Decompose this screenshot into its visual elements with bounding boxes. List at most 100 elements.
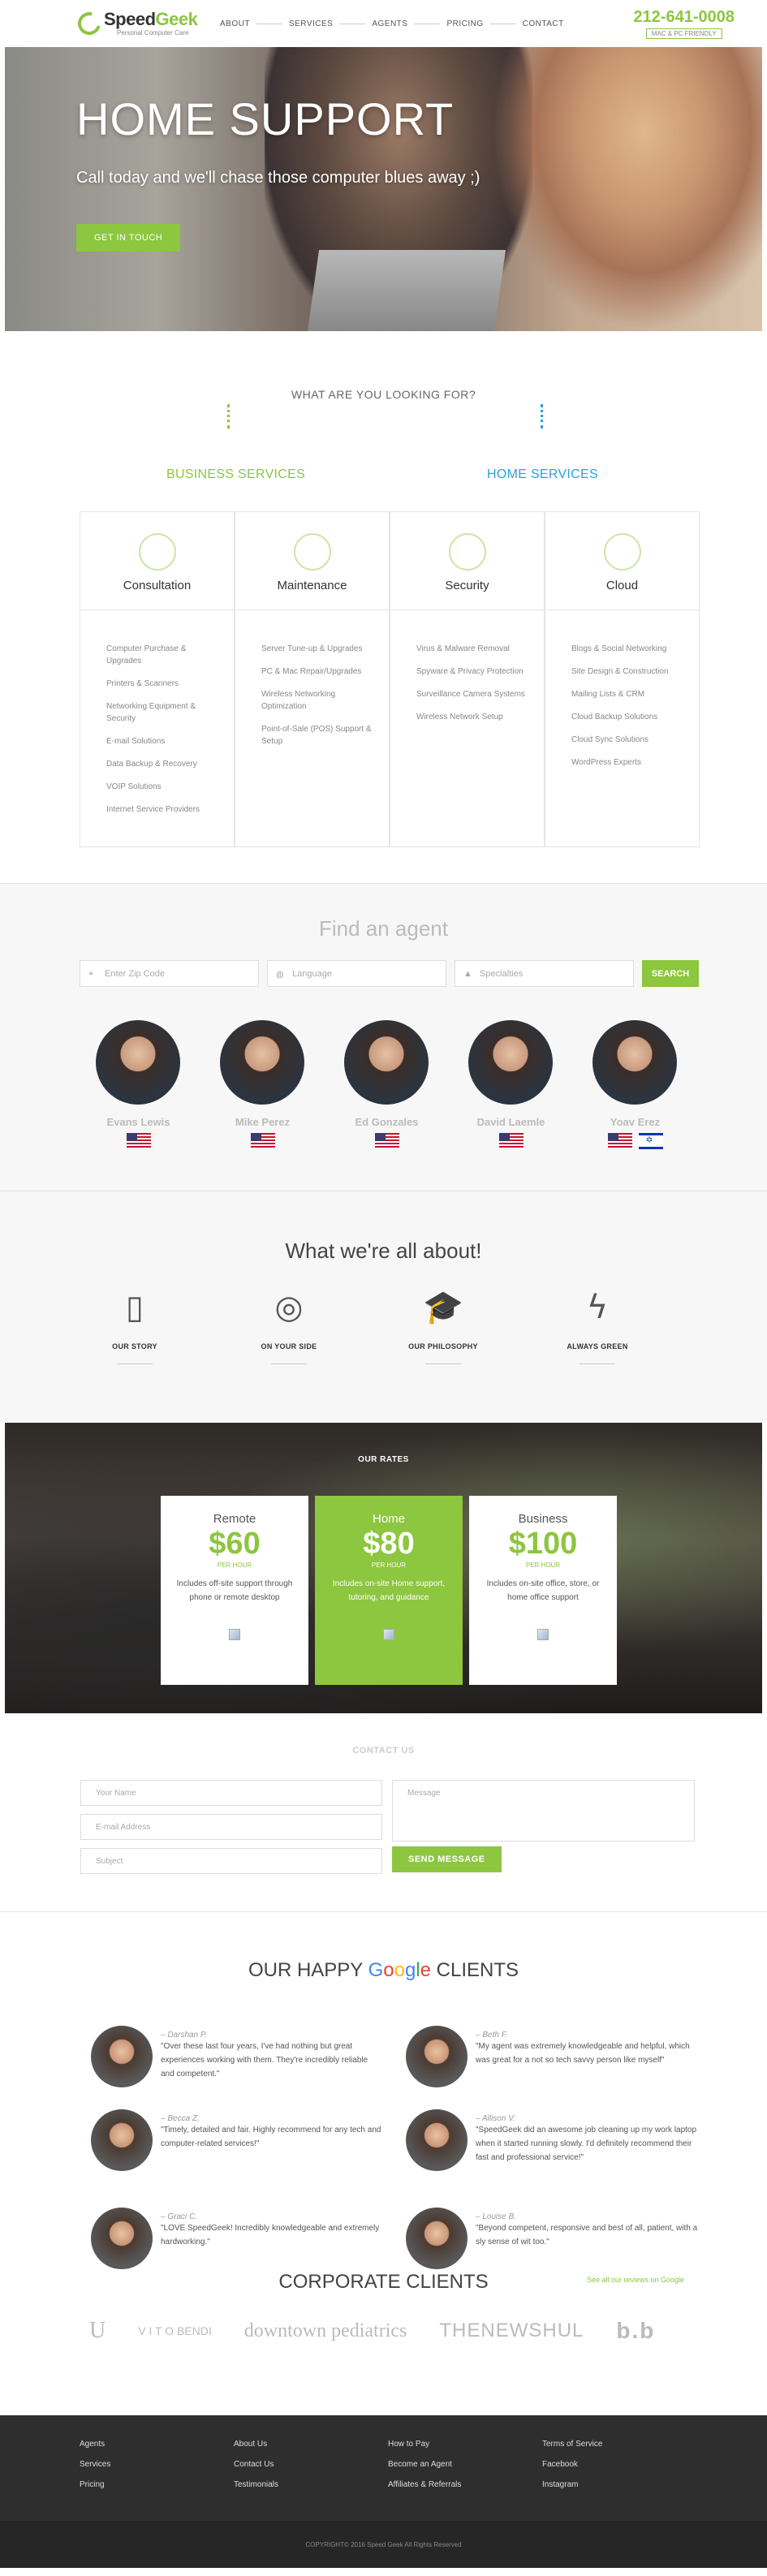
about-item-our-story[interactable]: ▯ OUR STORY — [97, 1287, 172, 1364]
us-flag-icon — [374, 1133, 399, 1149]
see-all-reviews-link[interactable]: See all our reviews on Google — [587, 2276, 684, 2284]
agent-card[interactable]: Mike Perez — [220, 1020, 305, 1149]
reviews-title-part: CLIENTS — [431, 1959, 519, 1981]
footer-link[interactable]: Agents — [80, 2440, 234, 2449]
agent-card[interactable]: David Laemle — [468, 1020, 554, 1149]
language-select[interactable]: ◍ Language — [267, 960, 446, 987]
agent-card[interactable]: Yoav Erez — [592, 1020, 678, 1149]
nav-about[interactable]: ABOUT — [220, 19, 250, 28]
nav-pricing[interactable]: PRICING — [446, 19, 483, 28]
service-item: PC & Mac Repair/Upgrades — [261, 667, 362, 676]
home-services-label[interactable]: HOME SERVICES — [487, 467, 598, 482]
service-item: Wireless Network Setup — [416, 713, 503, 722]
subject-field[interactable]: Subject — [80, 1848, 382, 1874]
footer-link[interactable]: Pricing — [80, 2480, 234, 2489]
footer-link[interactable]: Affiliates & Referrals — [388, 2480, 542, 2489]
service-ring-icon — [603, 533, 641, 571]
name-field[interactable]: Your Name — [80, 1780, 382, 1806]
reviews-title: OUR HAPPY Google CLIENTS — [0, 1959, 767, 1982]
agent-card[interactable]: Evans Lewis — [96, 1020, 181, 1149]
avatar[interactable] — [592, 1020, 677, 1105]
footer-link[interactable]: Services — [80, 2460, 234, 2469]
about-item-our-philosophy[interactable]: 🎓 OUR PHILOSOPHY — [406, 1287, 480, 1364]
agent-name[interactable]: David Laemle — [468, 1116, 554, 1128]
footer-link[interactable]: Testimonials — [234, 2480, 388, 2489]
send-message-button[interactable]: SEND MESSAGE — [392, 1846, 502, 1872]
services-question: WHAT ARE YOU LOOKING FOR? — [291, 388, 476, 401]
mac-pc-badge: MAC & PC FRIENDLY — [645, 28, 722, 39]
google-letter: G — [368, 1959, 384, 1981]
rate-price: $80 — [363, 1527, 415, 1561]
review-card: – Beth F. "My agent was extremely knowled… — [406, 2026, 698, 2087]
service-card-consultation: Consultation Computer Purchase & Upgrade… — [80, 511, 235, 847]
avatar[interactable] — [468, 1020, 553, 1105]
hero-tagline: Call today and we'll chase those compute… — [76, 169, 480, 187]
footer-links: Agents Services Pricing About Us Contact… — [80, 2440, 696, 2501]
zip-code-input[interactable]: ⌖ Enter Zip Code — [80, 960, 259, 987]
broken-image-icon — [537, 1629, 549, 1640]
review-card: – Darshan P. "Over these last four years,… — [91, 2026, 383, 2087]
about-item-always-green[interactable]: ϟ ALWAYS GREEN — [560, 1287, 635, 1364]
broken-image-icon — [383, 1629, 394, 1640]
rate-card-home[interactable]: Home $80 PER HOUR Includes on-site Home … — [315, 1496, 463, 1685]
specialties-select[interactable]: ▲ Specialties — [455, 960, 634, 987]
avatar[interactable] — [344, 1020, 429, 1105]
search-button[interactable]: SEARCH — [642, 960, 699, 987]
footer-link[interactable]: About Us — [234, 2440, 388, 2449]
footer-link[interactable]: Terms of Service — [542, 2440, 696, 2449]
service-item: Virus & Malware Removal — [416, 644, 510, 653]
review-text: "Over these last four years, I've had no… — [161, 2042, 368, 2078]
footer-link[interactable]: Instagram — [542, 2480, 696, 2489]
service-item: Site Design & Construction — [571, 667, 669, 676]
avatar — [406, 2208, 468, 2269]
phone-number[interactable]: 212-641-0008 — [633, 8, 735, 27]
reviewer-name: – Graci C. — [161, 2212, 198, 2221]
agent-name[interactable]: Yoav Erez — [592, 1116, 678, 1128]
footer-link[interactable]: Facebook — [542, 2460, 696, 2469]
footer-link[interactable]: How to Pay — [388, 2440, 542, 2449]
business-services-label[interactable]: BUSINESS SERVICES — [166, 467, 305, 482]
about-item-on-your-side[interactable]: ◎ ON YOUR SIDE — [252, 1287, 326, 1364]
client-logo-vito-bendi: V I T O BENDI — [138, 2324, 212, 2337]
service-card-title: Consultation — [123, 579, 192, 592]
review-card: – Allison V. "SpeedGeek did an awesome jo… — [406, 2109, 698, 2171]
hero-title: HOME SUPPORT — [76, 93, 455, 144]
service-item: E-mail Solutions — [106, 737, 166, 746]
speedgeek-logo[interactable]: SpeedGeek Personal Computer Care — [73, 7, 212, 40]
review-text: "LOVE SpeedGeek! Incredibly knowledgeabl… — [161, 2224, 380, 2246]
avatar — [91, 2208, 153, 2269]
about-divider — [425, 1363, 461, 1364]
copyright-bar: COPYRIGHT© 2016 Speed Geek All Rights Re… — [0, 2521, 767, 2568]
service-item: Mailing Lists & CRM — [571, 690, 645, 699]
agent-card[interactable]: Ed Gonzales — [344, 1020, 429, 1149]
avatar — [91, 2026, 153, 2087]
avatar[interactable] — [220, 1020, 304, 1105]
main-nav: ABOUT SERVICES AGENTS PRICING CONTACT — [220, 19, 564, 28]
avatar[interactable] — [96, 1020, 180, 1105]
client-logo-bb: b.b — [616, 2318, 656, 2343]
agent-name[interactable]: Mike Perez — [220, 1116, 305, 1128]
email-field[interactable]: E-mail Address — [80, 1814, 382, 1840]
rate-card-business[interactable]: Business $100 PER HOUR Includes on-site … — [469, 1496, 617, 1685]
nav-agents[interactable]: AGENTS — [372, 19, 407, 28]
service-item: Cloud Sync Solutions — [571, 735, 649, 744]
rate-description: Includes off-site support through phone … — [176, 1579, 293, 1602]
nav-contact[interactable]: CONTACT — [523, 19, 564, 28]
service-card-title: Maintenance — [277, 579, 347, 592]
client-logo-downtown-pediatrics: downtown pediatrics — [243, 2320, 407, 2341]
footer-link[interactable]: Become an Agent — [388, 2460, 542, 2469]
find-agent-title: Find an agent — [318, 916, 448, 941]
service-cards: Consultation Computer Purchase & Upgrade… — [80, 511, 700, 847]
rate-card-remote[interactable]: Remote $60 PER HOUR Includes off-site su… — [161, 1496, 308, 1685]
service-item: Point-of-Sale (POS) Support & Setup — [261, 725, 372, 746]
zip-code-placeholder: Enter Zip Code — [105, 968, 165, 979]
rate-description: Includes on-site Home support, tutoring,… — [332, 1579, 446, 1602]
agent-name[interactable]: Evans Lewis — [96, 1116, 181, 1128]
agent-name[interactable]: Ed Gonzales — [344, 1116, 429, 1128]
service-card-maintenance: Maintenance Server Tune-up & Upgrades PC… — [235, 511, 390, 847]
message-textarea[interactable]: Message — [392, 1780, 695, 1842]
rate-price: $60 — [209, 1527, 261, 1561]
footer-link[interactable]: Contact Us — [234, 2460, 388, 2469]
nav-services[interactable]: SERVICES — [289, 19, 333, 28]
get-in-touch-button[interactable]: GET IN TOUCH — [76, 224, 181, 252]
